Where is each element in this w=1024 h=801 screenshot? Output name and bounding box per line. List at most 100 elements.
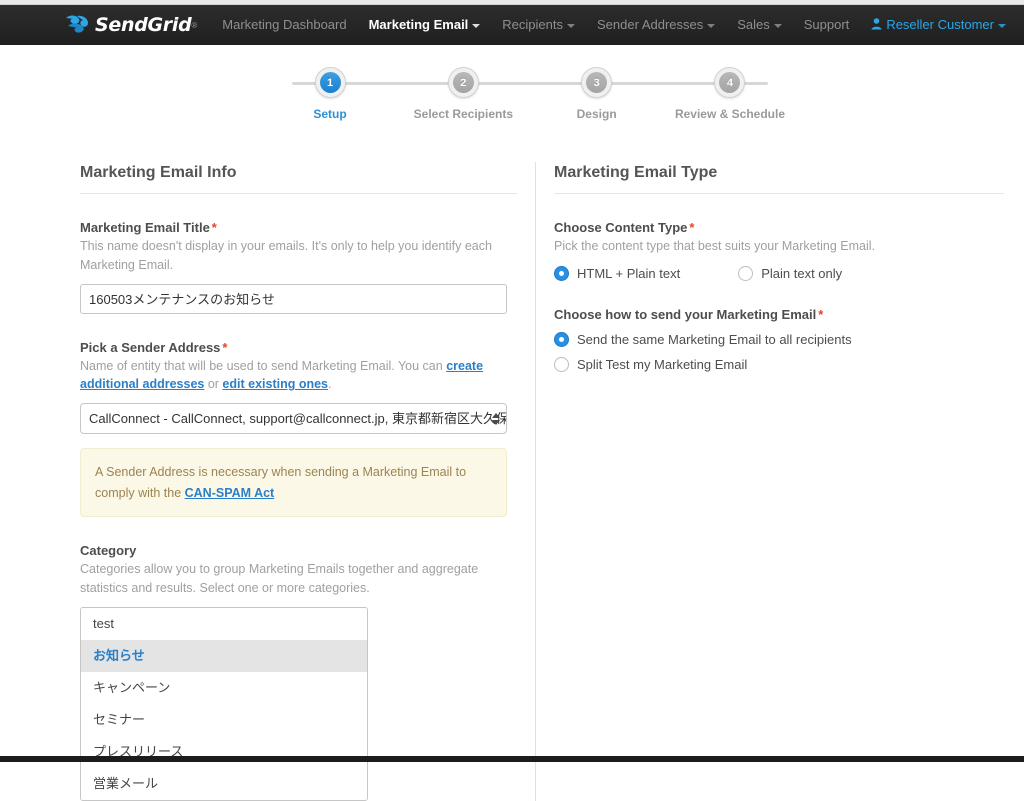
sendgrid-brand-link[interactable]: SendGrid ® (64, 14, 197, 36)
radio-button-icon[interactable] (554, 331, 569, 347)
label-text: Marketing Email Title (80, 220, 210, 235)
category-listbox[interactable]: test お知らせ キャンペーン セミナー プレスリリース 営業メール (80, 606, 368, 801)
wizard-step-select-recipients[interactable]: 2 Select Recipients (403, 67, 523, 121)
wizard-step-review-schedule[interactable]: 4 Review & Schedule (670, 67, 790, 121)
nav-sender-addresses[interactable]: Sender Addresses (586, 5, 726, 45)
send-method-radio-row-2: Split Test my Marketing Email (554, 356, 1004, 372)
wizard-step-design[interactable]: 3 Design (537, 67, 657, 121)
help-text-part3: . (328, 377, 332, 392)
radio-option-split-test[interactable]: Split Test my Marketing Email (554, 356, 748, 372)
required-asterisk: * (211, 220, 217, 235)
label-category: Category (80, 543, 137, 559)
field-sender-address: Pick a Sender Address * Name of entity th… (80, 340, 517, 518)
radio-button-icon[interactable] (554, 356, 569, 372)
field-send-method: Choose how to send your Marketing Email *… (554, 307, 1004, 372)
can-spam-act-link[interactable]: CAN-SPAM Act (185, 486, 275, 500)
brand-name: SendGrid (95, 14, 192, 36)
radio-label: HTML + Plain text (577, 265, 681, 281)
nav-label: Marketing Email (368, 17, 469, 32)
radio-label: Send the same Marketing Email to all rec… (577, 331, 852, 347)
page-bottom-cutoff (0, 756, 1024, 762)
help-category: Categories allow you to group Marketing … (80, 562, 479, 595)
column-divider (535, 162, 536, 801)
sendgrid-logo-icon (64, 14, 90, 36)
radio-option-plain-text-only[interactable]: Plain text only (738, 265, 843, 281)
warning-text: A Sender Address is necessary when sendi… (95, 465, 467, 500)
main-content: Marketing Email Info Marketing Email Tit… (0, 152, 1024, 801)
panel-title-info: Marketing Email Info (80, 164, 517, 194)
navbar-left-group: SendGrid ® Marketing Dashboard Marketing… (0, 5, 726, 45)
send-method-radio-row-1: Send the same Marketing Email to all rec… (554, 331, 1004, 347)
brand-trademark: ® (191, 20, 198, 30)
wizard-inner: 1 Setup 2 Select Recipients 3 Design 4 R… (270, 67, 790, 121)
nav-label: Sales (737, 17, 770, 32)
wizard-progress: 1 Setup 2 Select Recipients 3 Design 4 R… (0, 67, 1024, 152)
radio-label: Split Test my Marketing Email (577, 356, 748, 372)
step-label: Select Recipients (413, 107, 514, 121)
step-number: 4 (719, 72, 741, 93)
list-item[interactable]: プレスリリース (81, 736, 367, 768)
radio-button-icon[interactable] (554, 265, 569, 281)
chevron-down-icon (707, 23, 716, 28)
chevron-down-icon (567, 23, 575, 28)
panel-title-type: Marketing Email Type (554, 164, 1004, 194)
radio-option-html-plain-text[interactable]: HTML + Plain text (554, 265, 681, 281)
nav-label: Sender Addresses (597, 17, 704, 32)
label-text: Choose how to send your Marketing Email (554, 306, 817, 322)
top-navbar: SendGrid ® Marketing Dashboard Marketing… (0, 5, 1024, 45)
nav-marketing-email[interactable]: Marketing Email (358, 5, 492, 45)
list-item[interactable]: 営業メール (81, 768, 367, 800)
nav-label: Recipients (502, 17, 563, 32)
wizard-step-setup[interactable]: 1 Setup (270, 67, 390, 121)
marketing-email-title-input[interactable] (80, 283, 507, 314)
step-number: 3 (586, 72, 608, 93)
edit-existing-ones-link[interactable]: edit existing ones (222, 377, 328, 391)
step-circle: 3 (581, 67, 613, 98)
user-icon (871, 6, 882, 30)
label-send-method: Choose how to send your Marketing Email * (554, 307, 1004, 322)
field-marketing-email-title: Marketing Email Title * This name doesn't… (80, 220, 517, 314)
nav-label: Support (803, 17, 850, 32)
label-marketing-email-title: Marketing Email Title * (80, 220, 517, 235)
list-item[interactable]: キャンペーン (81, 672, 367, 704)
radio-option-send-same-to-all[interactable]: Send the same Marketing Email to all rec… (554, 331, 852, 347)
marketing-email-info-panel: Marketing Email Info Marketing Email Tit… (80, 152, 535, 801)
sender-address-warning-alert: A Sender Address is necessary when sendi… (80, 448, 507, 518)
step-circle: 4 (714, 67, 746, 98)
nav-user-account[interactable]: Reseller Customer (860, 5, 1017, 45)
step-number: 1 (319, 72, 341, 93)
label-text: Choose Content Type (554, 220, 688, 235)
step-label: Setup (313, 107, 347, 121)
step-circle: 2 (447, 67, 479, 98)
nav-support[interactable]: Support (793, 5, 861, 45)
nav-label: Marketing Dashboard (222, 17, 347, 32)
help-content-type: Pick the content type that best suits yo… (554, 239, 875, 253)
marketing-email-type-panel: Marketing Email Type Choose Content Type… (554, 152, 1004, 801)
field-category: Category Categories allow you to group M… (80, 543, 517, 801)
chevron-down-icon (472, 23, 481, 28)
help-marketing-email-title: This name doesn't display in your emails… (80, 239, 492, 272)
nav-sales[interactable]: Sales (726, 5, 793, 45)
wizard-steps: 1 Setup 2 Select Recipients 3 Design 4 R… (270, 67, 790, 121)
nav-recipients[interactable]: Recipients (491, 5, 586, 45)
radio-button-icon[interactable] (738, 265, 754, 281)
nav-label: Reseller Customer (886, 17, 994, 32)
label-sender-address: Pick a Sender Address * (80, 340, 517, 355)
step-label: Design (576, 107, 617, 121)
help-text-part2: or (204, 377, 223, 392)
help-text-part1: Name of entity that will be used to send… (80, 358, 447, 373)
navbar-right-group: Sales Support Reseller Customer (726, 5, 1017, 45)
chevron-down-icon (997, 23, 1006, 28)
required-asterisk: * (222, 339, 228, 355)
required-asterisk: * (689, 220, 695, 235)
nav-marketing-dashboard[interactable]: Marketing Dashboard (211, 5, 357, 45)
list-item[interactable]: test (81, 608, 367, 640)
step-label: Review & Schedule (674, 107, 785, 121)
sender-address-select[interactable]: CallConnect - CallConnect, support@callc… (80, 403, 507, 434)
sender-address-select-wrap: CallConnect - CallConnect, support@callc… (80, 403, 507, 434)
list-item[interactable]: セミナー (81, 704, 367, 736)
list-item[interactable]: お知らせ (81, 639, 367, 672)
step-number: 2 (452, 72, 474, 93)
help-sender-address: Name of entity that will be used to send… (80, 357, 517, 395)
radio-label: Plain text only (761, 265, 843, 281)
